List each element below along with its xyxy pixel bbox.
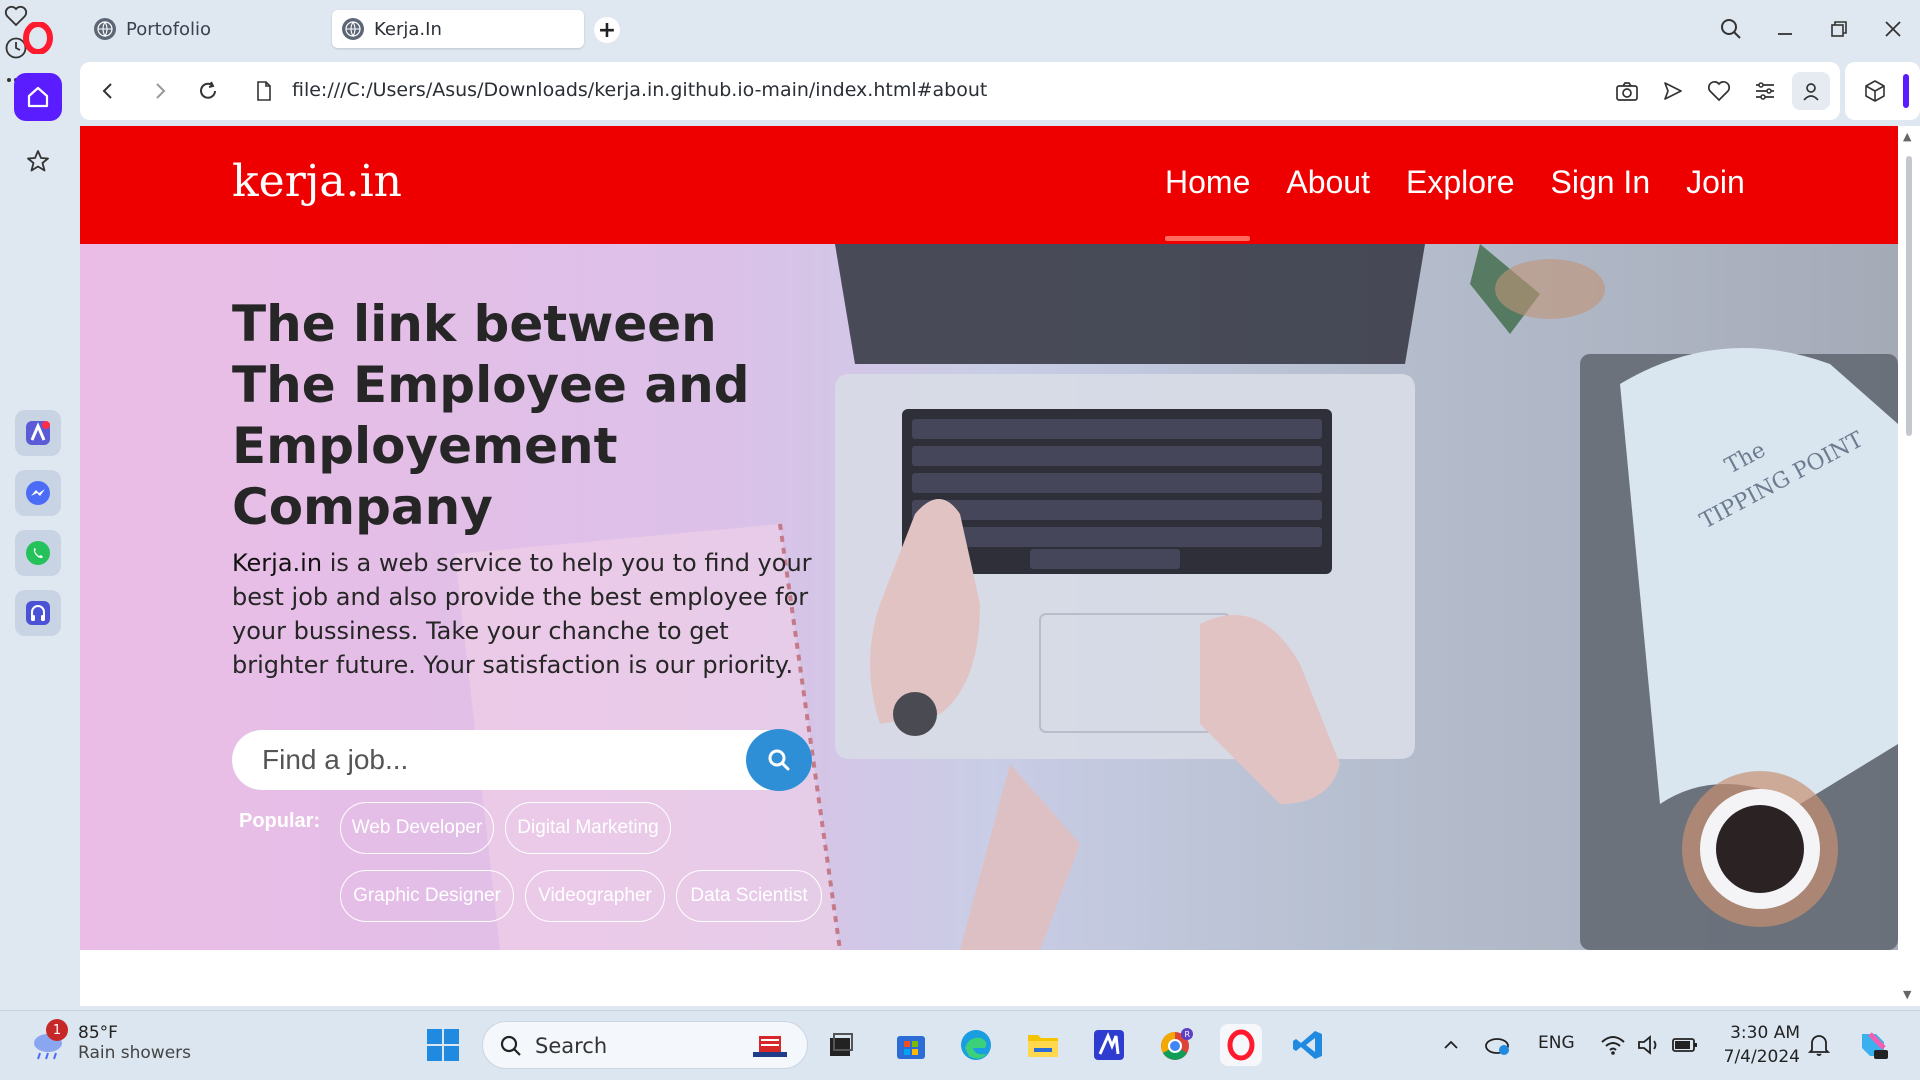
- microsoft-store-icon[interactable]: [890, 1024, 932, 1066]
- dev-app-icon[interactable]: [1088, 1024, 1130, 1066]
- hero-description-brand: Kerja.in: [232, 549, 323, 577]
- vscode-icon[interactable]: [1287, 1024, 1329, 1066]
- popular-tag[interactable]: Digital Marketing: [505, 802, 671, 854]
- easy-setup-icon[interactable]: [1746, 72, 1784, 110]
- send-icon[interactable]: [1654, 72, 1692, 110]
- nav-signin-link[interactable]: Sign In: [1550, 164, 1650, 201]
- search-icon: [500, 1035, 521, 1056]
- nav-home-link[interactable]: Home: [1165, 164, 1251, 241]
- forward-icon[interactable]: [146, 77, 174, 105]
- browser-sidebar: [0, 0, 76, 1010]
- nav-about-link[interactable]: About: [1286, 164, 1370, 201]
- scroll-thumb[interactable]: [1906, 156, 1912, 436]
- job-search-box: [232, 729, 812, 791]
- file-explorer-icon[interactable]: [1022, 1024, 1064, 1066]
- snapshot-camera-icon[interactable]: [1608, 72, 1646, 110]
- profile-icon[interactable]: [1792, 72, 1830, 110]
- copilot-icon[interactable]: [1852, 1024, 1894, 1066]
- popular-tag[interactable]: Graphic Designer: [340, 870, 514, 922]
- home-icon[interactable]: [14, 73, 62, 121]
- reload-icon[interactable]: [194, 77, 222, 105]
- hero-section: The TIPPING POINT The link between The E…: [80, 244, 1898, 950]
- weather-condition: Rain showers: [78, 1043, 191, 1063]
- tab-label: Kerja.In: [374, 18, 442, 40]
- page-scrollbar[interactable]: ▲ ▼: [1898, 126, 1920, 1006]
- search-highlight-hat-icon: [753, 1036, 787, 1057]
- popular-tag[interactable]: Videographer: [525, 870, 665, 922]
- scroll-down-arrow-icon[interactable]: ▼: [1903, 988, 1911, 1001]
- tab-portofolio[interactable]: Portofolio: [84, 10, 324, 48]
- url-field[interactable]: file:///C:/Users/Asus/Downloads/kerja.in…: [292, 79, 987, 101]
- hero-title: The link between The Employee and Employ…: [232, 295, 750, 536]
- tab-label: Portofolio: [126, 18, 212, 40]
- tab-search-icon[interactable]: [1704, 10, 1758, 48]
- globe-icon: [94, 18, 116, 40]
- globe-icon: [342, 18, 364, 40]
- onedrive-cloud-icon[interactable]: [1476, 1024, 1518, 1066]
- popular-label: Popular:: [239, 810, 321, 832]
- site-menu: Home About Explore Sign In Join: [1165, 164, 1745, 241]
- back-icon[interactable]: [94, 77, 122, 105]
- job-search-input[interactable]: [262, 742, 702, 778]
- taskbar-search-box[interactable]: Search: [482, 1021, 808, 1069]
- notification-bell-icon[interactable]: [1798, 1024, 1840, 1066]
- sidebar-toggle-bar[interactable]: [1903, 74, 1909, 108]
- nav-explore-link[interactable]: Explore: [1406, 164, 1515, 201]
- weather-temperature: 85°F: [78, 1023, 118, 1043]
- system-clock[interactable]: 3:30 AM 7/4/2024: [1700, 1021, 1800, 1069]
- close-icon[interactable]: [1866, 10, 1920, 48]
- new-tab-button[interactable]: +: [594, 17, 620, 43]
- address-bar: file:///C:/Users/Asus/Downloads/kerja.in…: [80, 62, 1840, 120]
- weather-notification-badge: 1: [46, 1019, 68, 1041]
- opera-taskbar-icon[interactable]: [1220, 1024, 1262, 1066]
- language-indicator[interactable]: ENG: [1538, 1033, 1575, 1053]
- opera-logo-icon[interactable]: [22, 21, 54, 55]
- scroll-up-arrow-icon[interactable]: ▲: [1903, 130, 1911, 143]
- aria-ai-icon[interactable]: [15, 410, 61, 456]
- bookmarks-star-icon[interactable]: [14, 137, 62, 185]
- address-tools: [1608, 72, 1840, 110]
- site-brand-logo[interactable]: kerja.in: [232, 156, 402, 207]
- extensions-area: [1845, 62, 1920, 120]
- minimize-icon[interactable]: [1758, 10, 1812, 48]
- restore-icon[interactable]: [1812, 10, 1866, 48]
- window-controls: [1704, 10, 1920, 48]
- nav-join-link[interactable]: Join: [1686, 164, 1745, 201]
- task-view-icon[interactable]: [820, 1024, 862, 1066]
- extensions-cube-icon[interactable]: [1863, 79, 1887, 107]
- file-icon: [250, 77, 278, 105]
- edge-browser-icon[interactable]: [955, 1024, 997, 1066]
- clock-time: 3:30 AM: [1730, 1023, 1800, 1043]
- windows-taskbar: 85°F Rain showers 1 Search R ENG 3:30 AM…: [0, 1010, 1920, 1080]
- search-icon[interactable]: [746, 729, 812, 791]
- site-navbar: kerja.in Home About Explore Sign In Join: [80, 126, 1898, 244]
- web-page-viewport: kerja.in Home About Explore Sign In Join: [80, 126, 1898, 1006]
- bookmark-heart-icon[interactable]: [1700, 72, 1738, 110]
- whatsapp-icon[interactable]: [15, 530, 61, 576]
- tab-kerja-in[interactable]: Kerja.In: [332, 10, 584, 48]
- popular-tag[interactable]: Web Developer: [340, 802, 494, 854]
- music-player-icon[interactable]: [15, 590, 61, 636]
- messenger-icon[interactable]: [15, 470, 61, 516]
- svg-text:R: R: [1185, 1030, 1191, 1039]
- chrome-icon[interactable]: R: [1155, 1024, 1197, 1066]
- popular-tag[interactable]: Data Scientist: [676, 870, 822, 922]
- taskbar-search-label: Search: [535, 1034, 608, 1058]
- clock-date: 7/4/2024: [1723, 1047, 1800, 1067]
- tab-strip: Portofolio Kerja.In +: [76, 0, 1920, 58]
- show-hidden-icons-chevron-icon[interactable]: [1430, 1024, 1472, 1066]
- windows-start-icon[interactable]: [422, 1024, 464, 1066]
- hero-description: Kerja.in is a web service to help you to…: [232, 546, 832, 682]
